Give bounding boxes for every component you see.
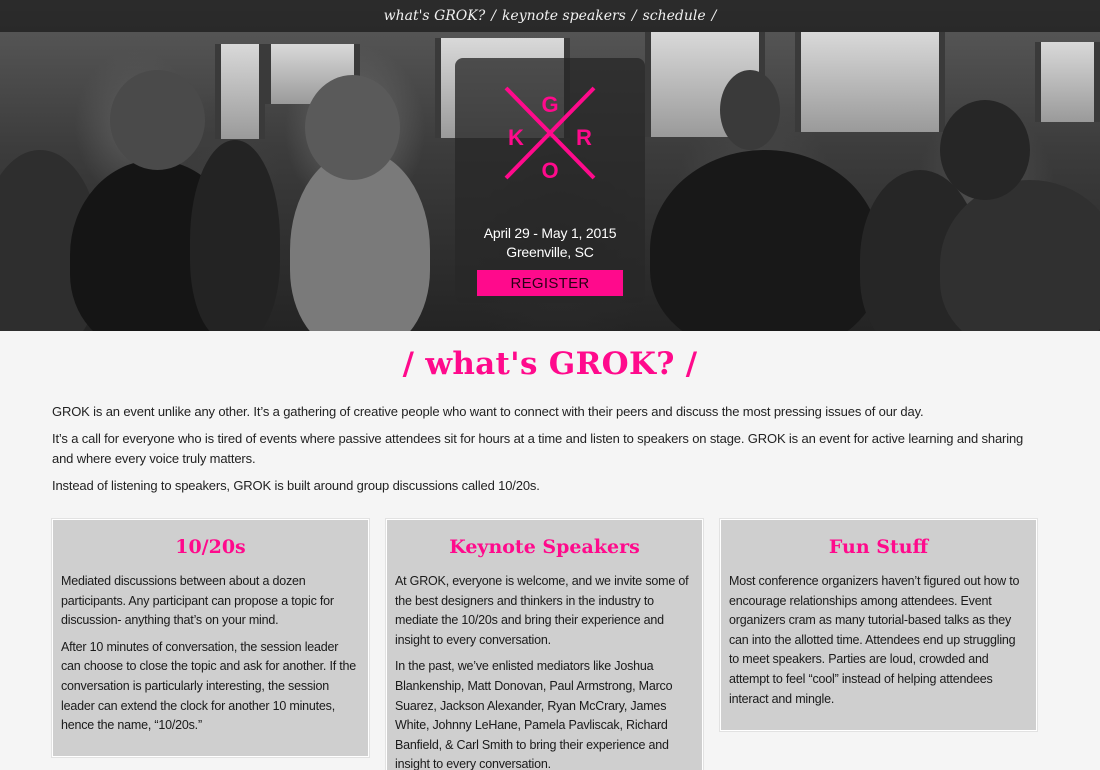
nav-separator: /	[491, 8, 496, 24]
register-button[interactable]: REGISTER	[477, 270, 623, 296]
card-title: Fun Stuff	[828, 536, 929, 558]
card-title: Keynote Speakers	[449, 536, 640, 558]
top-nav: what's GROK? / keynote speakers / schedu…	[0, 0, 1100, 32]
card-fun-stuff: Fun Stuff Most conference organizers hav…	[720, 519, 1037, 731]
logo-letter-r: R	[576, 125, 592, 150]
card-paragraph: Mediated discussions between about a doz…	[61, 574, 334, 628]
section-title: / what's GROK? /	[402, 346, 698, 382]
nav-separator: /	[631, 8, 637, 24]
event-date: April 29 - May 1, 2015	[483, 225, 617, 241]
intro-text: GROK is an event unlike any other. It’s …	[52, 402, 1047, 503]
feature-cards: 10/20s Mediated discussions between abou…	[52, 519, 1038, 770]
card-paragraph: After 10 minutes of conversation, the se…	[61, 639, 357, 733]
card-1020s: 10/20s Mediated discussions between abou…	[52, 519, 369, 757]
card-title: 10/20s	[175, 536, 246, 558]
nav-link-keynote-speakers[interactable]: keynote speakers	[502, 8, 626, 24]
logo-letter-k: K	[508, 125, 524, 150]
intro-paragraph: GROK is an event unlike any other. It’s …	[52, 404, 924, 419]
intro-paragraph: Instead of listening to speakers, GROK i…	[52, 478, 540, 493]
event-location: Greenville, SC	[506, 244, 594, 260]
grok-logo-mark: G K R O	[504, 86, 596, 183]
card-paragraph: At GROK, everyone is welcome, and we inv…	[395, 574, 689, 647]
card-paragraph: Most conference organizers haven’t figur…	[729, 574, 1020, 706]
nav-link-whats-grok[interactable]: what's GROK?	[384, 8, 486, 24]
hero-banner: what's GROK? / keynote speakers / schedu…	[0, 0, 1100, 331]
nav-separator: /	[711, 8, 717, 24]
card-keynote-speakers: Keynote Speakers At GROK, everyone is we…	[386, 519, 703, 770]
logo-letter-g: G	[541, 92, 558, 117]
card-paragraph: In the past, we’ve enlisted mediators li…	[395, 659, 673, 770]
grok-logo: G K R O	[490, 78, 610, 188]
logo-letter-o: O	[541, 158, 558, 183]
intro-paragraph: It’s a call for everyone who is tired of…	[52, 431, 1024, 466]
nav-link-schedule[interactable]: schedule	[643, 8, 706, 24]
event-card: G K R O April 29 - May 1, 2015 Greenvill…	[455, 58, 645, 303]
